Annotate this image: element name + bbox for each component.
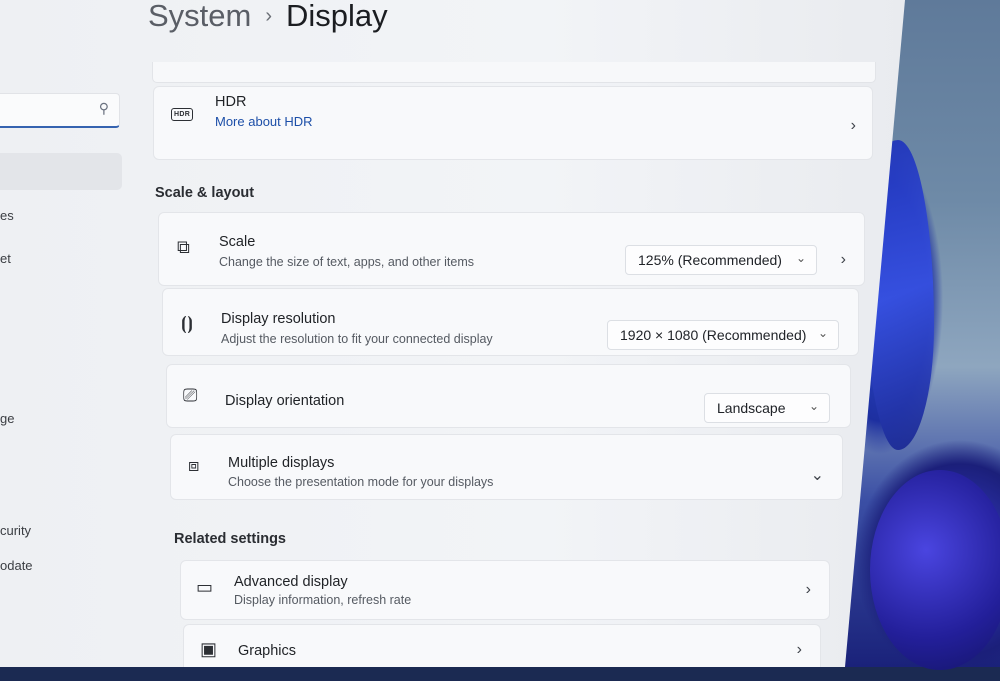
hdr-card[interactable]: HDR HDR More about HDR › bbox=[153, 86, 873, 160]
display-resolution-description: Adjust the resolution to fit your connec… bbox=[221, 332, 493, 346]
advanced-display-label: Advanced display bbox=[234, 574, 348, 590]
graphics-card-icon: ▣ bbox=[200, 639, 218, 659]
section-heading-related: Related settings bbox=[174, 531, 286, 547]
scale-card[interactable]: ⧉ Scale Change the size of text, apps, a… bbox=[158, 212, 865, 286]
chevron-down-icon[interactable]: ⌄ bbox=[811, 465, 824, 485]
resolution-icon: ⦗⦘ bbox=[181, 313, 193, 333]
display-orientation-card[interactable]: ⎚ Display orientation Landscape ⌄ bbox=[166, 364, 851, 428]
search-icon: ⚲ bbox=[98, 100, 109, 116]
page-title: System › Display bbox=[148, 0, 388, 34]
sidebar-search-input[interactable]: ⚲ bbox=[0, 93, 120, 128]
display-resolution-label: Display resolution bbox=[221, 311, 336, 327]
hdr-label: HDR bbox=[215, 94, 247, 110]
wallpaper-swirl-lower bbox=[870, 470, 1000, 670]
chevron-down-icon: ⌄ bbox=[808, 399, 819, 413]
scale-label: Scale bbox=[219, 234, 256, 250]
display-resolution-value: 1920 × 1080 (Recommended) bbox=[620, 327, 807, 343]
multiple-displays-description: Choose the presentation mode for your di… bbox=[228, 475, 494, 489]
advanced-display-card[interactable]: ▭ Advanced display Display information, … bbox=[180, 560, 830, 620]
sidebar-item-partial[interactable]: curity bbox=[0, 523, 31, 538]
chevron-down-icon: ⌄ bbox=[817, 326, 828, 340]
display-orientation-label: Display orientation bbox=[225, 393, 345, 409]
settings-window: ⚲ es et ge curity odate System › Display H… bbox=[0, 0, 905, 667]
graphics-card[interactable]: ▣ Graphics › bbox=[183, 624, 821, 667]
multiple-displays-icon: ⧈ bbox=[188, 455, 200, 475]
advanced-display-description: Display information, refresh rate bbox=[234, 593, 412, 607]
scale-description: Change the size of text, apps, and other… bbox=[219, 255, 475, 269]
display-resolution-card[interactable]: ⦗⦘ Display resolution Adjust the resolut… bbox=[162, 288, 859, 356]
previous-card-edge bbox=[152, 62, 876, 83]
multiple-displays-card[interactable]: ⧈ Multiple displays Choose the presentat… bbox=[170, 434, 843, 500]
scale-dropdown[interactable]: 125% (Recommended) ⌄ bbox=[625, 245, 817, 275]
monitor-icon: ▭ bbox=[196, 577, 214, 597]
chevron-right-icon: › bbox=[796, 641, 802, 658]
scale-value: 125% (Recommended) bbox=[638, 252, 782, 268]
chevron-right-icon: › bbox=[805, 581, 811, 598]
sidebar-item-partial[interactable]: ge bbox=[0, 411, 14, 426]
breadcrumb-separator-icon: › bbox=[265, 5, 273, 27]
sidebar-item-partial[interactable]: odate bbox=[0, 558, 33, 573]
display-orientation-value: Landscape bbox=[717, 400, 786, 416]
graphics-label: Graphics bbox=[238, 643, 297, 659]
chevron-right-icon: › bbox=[850, 117, 856, 134]
display-orientation-dropdown[interactable]: Landscape ⌄ bbox=[704, 393, 830, 423]
section-heading-scale-layout: Scale & layout bbox=[155, 185, 255, 201]
hdr-icon: HDR bbox=[171, 100, 194, 121]
display-resolution-dropdown[interactable]: 1920 × 1080 (Recommended) ⌄ bbox=[607, 320, 839, 350]
multiple-displays-label: Multiple displays bbox=[228, 455, 335, 471]
sidebar-item-selected[interactable] bbox=[0, 153, 122, 190]
breadcrumb-parent[interactable]: System bbox=[148, 0, 251, 33]
chevron-down-icon: ⌄ bbox=[795, 251, 806, 265]
hdr-more-link[interactable]: More about HDR bbox=[215, 114, 313, 129]
orientation-icon: ⎚ bbox=[183, 385, 198, 405]
breadcrumb-current: Display bbox=[286, 0, 388, 33]
sidebar-item-partial[interactable]: et bbox=[0, 251, 11, 266]
sidebar-item-partial[interactable]: es bbox=[0, 208, 14, 223]
chevron-right-icon[interactable]: › bbox=[841, 251, 846, 269]
scale-icon: ⧉ bbox=[177, 237, 190, 257]
